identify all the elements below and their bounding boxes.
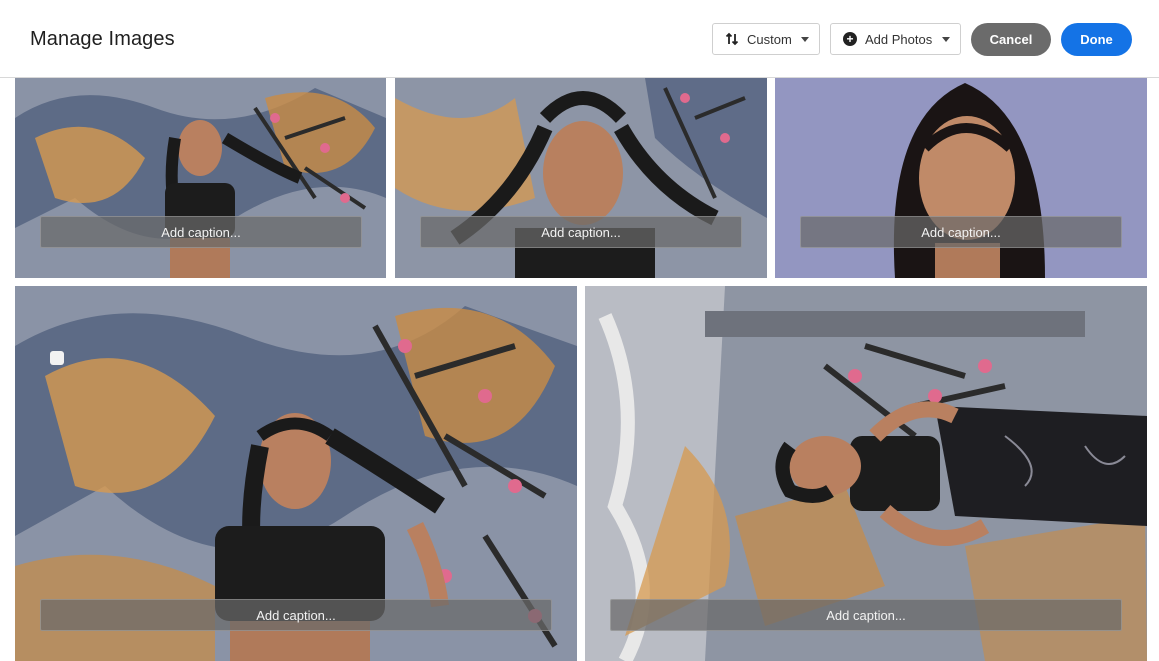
- photo-tile[interactable]: Add caption...: [15, 78, 386, 278]
- caption-input[interactable]: Add caption...: [40, 216, 362, 248]
- photo-image: [395, 78, 767, 278]
- chevron-down-icon: [942, 36, 950, 42]
- sort-arrows-icon: [725, 32, 739, 46]
- cancel-button[interactable]: Cancel: [971, 23, 1051, 56]
- dialog-header: Manage Images Custom + Add Photos Cancel…: [0, 0, 1159, 78]
- caption-input[interactable]: Add caption...: [40, 599, 552, 631]
- done-button[interactable]: Done: [1061, 23, 1132, 56]
- photo-image: [775, 78, 1147, 278]
- caption-input[interactable]: Add caption...: [420, 216, 742, 248]
- caption-input[interactable]: Add caption...: [610, 599, 1122, 631]
- sort-picker[interactable]: Custom: [712, 23, 820, 55]
- photo-tile[interactable]: Add caption...: [585, 286, 1147, 661]
- photo-image: [15, 78, 386, 278]
- caption-input[interactable]: Add caption...: [800, 216, 1122, 248]
- photo-tile[interactable]: Add caption...: [775, 78, 1147, 278]
- photo-tile[interactable]: Add caption...: [15, 286, 577, 661]
- sort-picker-label: Custom: [747, 31, 792, 47]
- chevron-down-icon: [801, 36, 809, 42]
- plus-circle-icon: +: [843, 32, 857, 46]
- add-photos-label: Add Photos: [865, 31, 933, 47]
- add-photos-picker[interactable]: + Add Photos: [830, 23, 961, 55]
- photo-tile[interactable]: Add caption...: [395, 78, 767, 278]
- dialog-title: Manage Images: [30, 28, 175, 50]
